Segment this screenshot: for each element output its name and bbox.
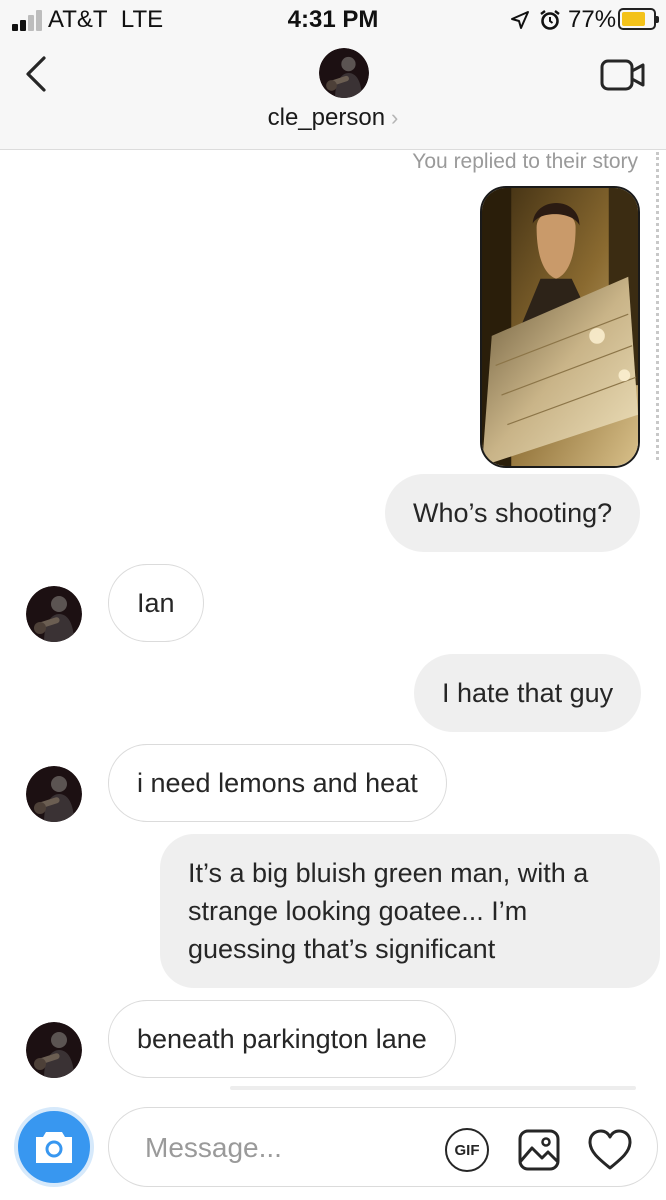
heart-icon[interactable] xyxy=(587,1128,633,1172)
video-call-icon[interactable] xyxy=(600,58,646,92)
conversation-header: cle_person › xyxy=(0,40,666,150)
gallery-icon[interactable] xyxy=(517,1128,561,1172)
back-chevron-icon[interactable] xyxy=(20,54,56,94)
story-reply-divider xyxy=(656,152,659,460)
clock-time: 4:31 PM xyxy=(287,6,379,33)
message-bubble-outgoing[interactable]: Who’s shooting? xyxy=(385,474,641,552)
message-bubble-outgoing[interactable]: It’s a big bluish green man, with a stra… xyxy=(160,834,660,988)
alarm-icon xyxy=(540,10,560,30)
status-bar: AT&T LTE 4:31 PM 77% xyxy=(0,0,666,40)
header-avatar[interactable] xyxy=(319,48,369,98)
location-arrow-icon xyxy=(511,11,529,29)
sender-avatar[interactable] xyxy=(26,1022,82,1078)
message-bubble-incoming[interactable]: Ian xyxy=(108,564,204,642)
message-bubble-outgoing[interactable]: I hate that guy xyxy=(414,654,642,732)
battery-icon xyxy=(618,8,659,30)
gif-button[interactable]: GIF xyxy=(445,1128,489,1172)
header-username[interactable]: cle_person › xyxy=(0,104,666,132)
story-thumbnail[interactable] xyxy=(480,186,640,468)
next-message-edge xyxy=(230,1086,636,1090)
message-composer: GIF xyxy=(0,1092,666,1200)
message-input[interactable] xyxy=(145,1130,425,1166)
gif-label: GIF xyxy=(454,1141,480,1159)
sender-avatar[interactable] xyxy=(26,586,82,642)
message-field: GIF xyxy=(108,1107,658,1187)
camera-icon xyxy=(36,1132,72,1163)
story-reply-note: You replied to their story xyxy=(412,150,638,173)
camera-button[interactable] xyxy=(14,1107,94,1187)
message-bubble-incoming[interactable]: i need lemons and heat xyxy=(108,744,447,822)
message-bubble-incoming[interactable]: beneath parkington lane xyxy=(108,1000,456,1078)
chevron-right-icon: › xyxy=(391,105,399,130)
sender-avatar[interactable] xyxy=(26,766,82,822)
battery-percent: 77% xyxy=(568,6,617,33)
